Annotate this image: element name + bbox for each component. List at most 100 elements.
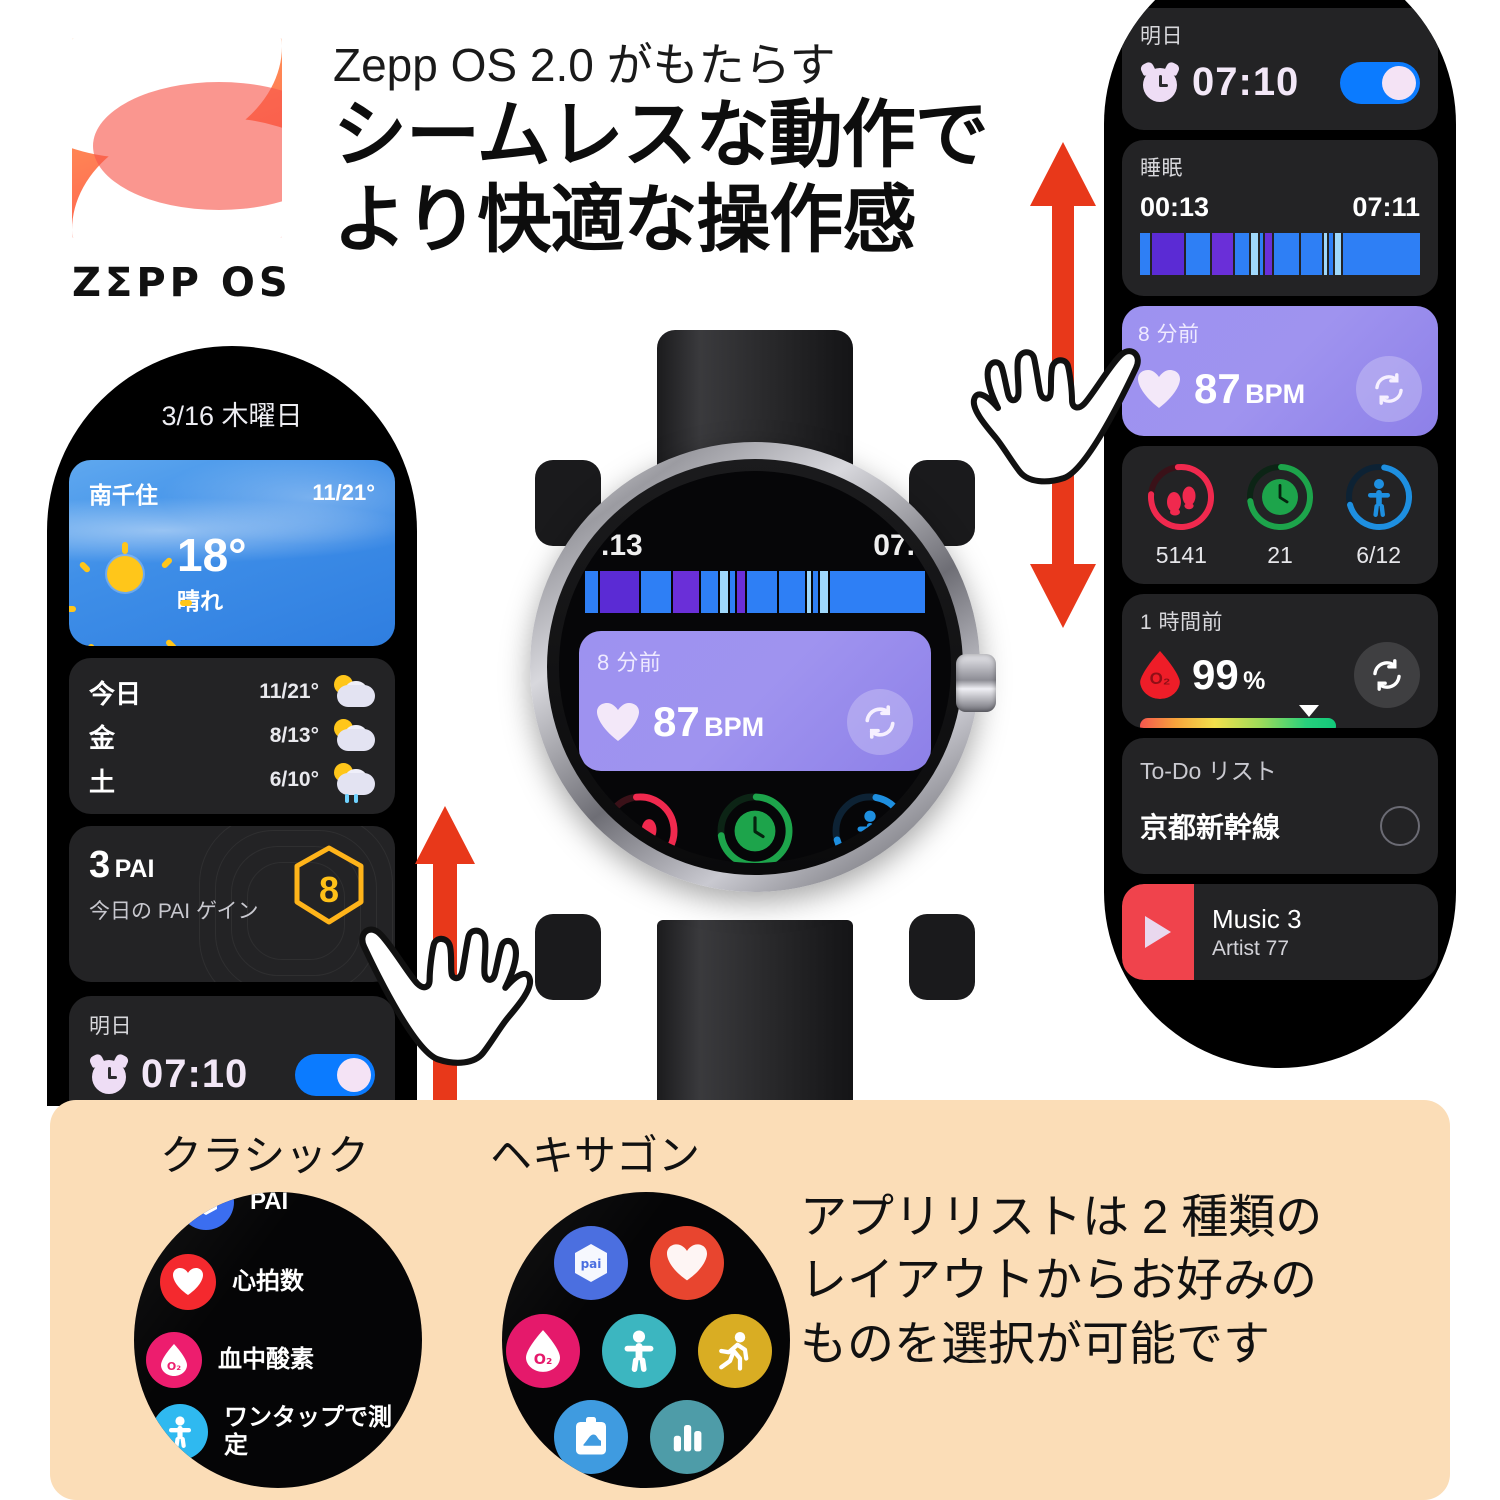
pai-icon — [178, 1192, 234, 1230]
weather-condition: 晴れ — [177, 588, 223, 614]
pai-caption: 今日の PAI ゲイン — [89, 900, 259, 923]
weather-card[interactable]: 南千住 11/21° 18° 晴れ — [69, 460, 395, 646]
list-item-label: 心拍数 — [232, 1268, 304, 1296]
crown-button[interactable] — [956, 654, 996, 712]
watch-case: .13 07. 8 分前 87 BPM — [530, 442, 996, 892]
weather-city: 南千住 — [89, 482, 158, 508]
list-item[interactable]: O₂ 血中酸素 — [146, 1332, 314, 1388]
refresh-icon[interactable] — [1354, 642, 1420, 708]
shoe-clipboard-icon[interactable] — [554, 1400, 628, 1474]
classic-layout-preview[interactable]: PAI 心拍数 O₂ 血中酸素 ワンタップで測定 — [134, 1192, 422, 1488]
list-item[interactable]: 心拍数 — [160, 1254, 304, 1310]
rain-icon — [329, 763, 375, 803]
sleep-stage-segment — [1152, 233, 1184, 275]
sleep-stage-segment — [1234, 233, 1249, 275]
activity-ring-time[interactable]: 21 — [1243, 460, 1317, 569]
sleep-stage-segment — [640, 571, 671, 613]
heart-icon — [597, 703, 639, 741]
activity-value: 5141 — [1155, 542, 1207, 568]
spo2-marker — [1298, 705, 1319, 717]
banner-copy-line-1: アプリリストは 2 種類の — [800, 1190, 1323, 1243]
hexagon-layout-preview[interactable]: pai O₂ — [502, 1192, 790, 1488]
music-title: Music 3 — [1212, 903, 1302, 934]
blood-oxygen-icon: O₂ — [1140, 651, 1180, 699]
forecast-row: 土 6/10° — [89, 758, 375, 803]
list-item[interactable]: PAI — [178, 1192, 288, 1230]
play-icon[interactable] — [1145, 916, 1171, 948]
brand-logo-block: ZΣPP OS — [72, 38, 307, 306]
alarm-toggle[interactable] — [1340, 61, 1420, 104]
alarm-time: 07:10 — [1192, 60, 1300, 104]
spo2-value: 99 — [1192, 651, 1239, 698]
right-watch-screen-panel[interactable]: 明日 07:10 睡眠 00:13 07:11 8 分前 87 BPM 5141… — [1104, 0, 1456, 1068]
refresh-icon[interactable] — [847, 689, 913, 755]
sleep-label: 睡眠 — [1140, 157, 1183, 180]
sleep-stage-segment — [807, 571, 812, 613]
heart-icon[interactable] — [650, 1226, 724, 1300]
sleep-stage-segment — [736, 571, 746, 613]
sleep-stage-segment — [1259, 233, 1264, 275]
alarm-clock-icon — [1139, 60, 1181, 103]
svg-text:pai: pai — [581, 1257, 602, 1271]
one-tap-icon — [152, 1404, 208, 1460]
partly-cloudy-icon — [329, 719, 375, 753]
banner-copy: アプリリストは 2 種類の レイアウトからお好みの ものを選択が可能です — [800, 1185, 1440, 1375]
sleep-stage-segment — [585, 571, 598, 613]
activity-rings-card[interactable]: 5141 21 6/12 — [1122, 446, 1438, 584]
heart-rate-card[interactable]: 8 分前 87 BPM — [579, 631, 931, 771]
sleep-stage-segment — [1140, 233, 1151, 275]
blood-oxygen-icon[interactable]: O₂ — [506, 1314, 580, 1388]
layout-options-banner: クラシック ヘキサゴン PAI 心拍数 O₂ 血中酸素 ワンタップで測定 pai… — [50, 1100, 1450, 1500]
todo-checkbox[interactable] — [1380, 806, 1420, 846]
list-item-label: 血中酸素 — [218, 1346, 314, 1374]
standing-icon[interactable] — [602, 1314, 676, 1388]
bar-chart-icon[interactable] — [650, 1400, 724, 1474]
smartwatch-device: .13 07. 8 分前 87 BPM — [505, 330, 1005, 1130]
poster-root: ZΣPP OS Zepp OS 2.0 がもたらす シームレスな動作で より快適… — [0, 0, 1500, 1500]
swipe-hand-cursor — [970, 348, 1141, 485]
watch-screen[interactable]: .13 07. 8 分前 87 BPM — [559, 471, 951, 863]
pai-icon[interactable]: pai — [554, 1226, 628, 1300]
running-icon[interactable] — [698, 1314, 772, 1388]
heart-icon — [160, 1254, 216, 1310]
svg-text:O₂: O₂ — [534, 1352, 553, 1368]
album-art — [1122, 884, 1194, 980]
date-header: 3/16 木曜日 — [161, 401, 303, 431]
activity-ring-stand[interactable]: 6/12 — [1342, 460, 1416, 569]
sleep-stage-segment — [1265, 233, 1273, 275]
sleep-card[interactable]: 睡眠 00:13 07:11 — [1122, 140, 1438, 296]
brand-wordmark: ZΣPP OS — [72, 260, 292, 306]
sleep-stage-segment — [813, 571, 818, 613]
alarm-label: 明日 — [1140, 25, 1183, 48]
alarm-card[interactable]: 明日 07:10 — [1122, 8, 1438, 130]
sleep-stage-segment — [819, 571, 829, 613]
pai-card[interactable]: 3 PAI 今日の PAI ゲイン 8 — [69, 826, 395, 982]
sleep-start-clipped: .13 — [601, 529, 643, 562]
clock-icon — [1246, 464, 1313, 530]
forecast-range: 6/10° — [269, 768, 319, 791]
sleep-stage-segment — [700, 571, 718, 613]
sleep-stage-segment — [830, 571, 926, 613]
sleep-stage-segment — [730, 571, 735, 613]
blood-oxygen-icon: O₂ — [146, 1332, 202, 1388]
heart-icon — [1138, 370, 1180, 408]
refresh-icon[interactable] — [1356, 356, 1422, 422]
todo-card[interactable]: To-Do リスト 京都新幹線 — [1122, 738, 1438, 874]
sleep-stage-segment — [1274, 233, 1299, 275]
forecast-card[interactable]: 今日 11/21° 金 8/13° 土 6/10° — [69, 658, 395, 814]
activity-value: 21 — [1267, 542, 1293, 568]
activity-rings-row[interactable] — [583, 789, 927, 863]
blood-oxygen-card[interactable]: 1 時間前 O₂ 99 % — [1122, 594, 1438, 728]
activity-ring-steps[interactable]: 5141 — [1144, 460, 1218, 569]
alarm-card[interactable]: 明日 07:10 — [69, 996, 395, 1106]
sleep-stage-segment — [1329, 233, 1333, 275]
pai-value: 3 — [89, 844, 111, 886]
standing-icon — [832, 793, 908, 863]
list-item[interactable]: ワンタップで測定 — [152, 1404, 408, 1460]
heart-rate-card[interactable]: 8 分前 87 BPM — [1122, 306, 1438, 436]
activity-value: 6/12 — [1356, 542, 1402, 568]
list-item-label: ワンタップで測定 — [224, 1404, 392, 1459]
classic-layout-label: クラシック — [160, 1132, 370, 1179]
sleep-stage-bar — [585, 571, 926, 613]
music-card[interactable]: Music 3 Artist 77 — [1122, 884, 1438, 980]
